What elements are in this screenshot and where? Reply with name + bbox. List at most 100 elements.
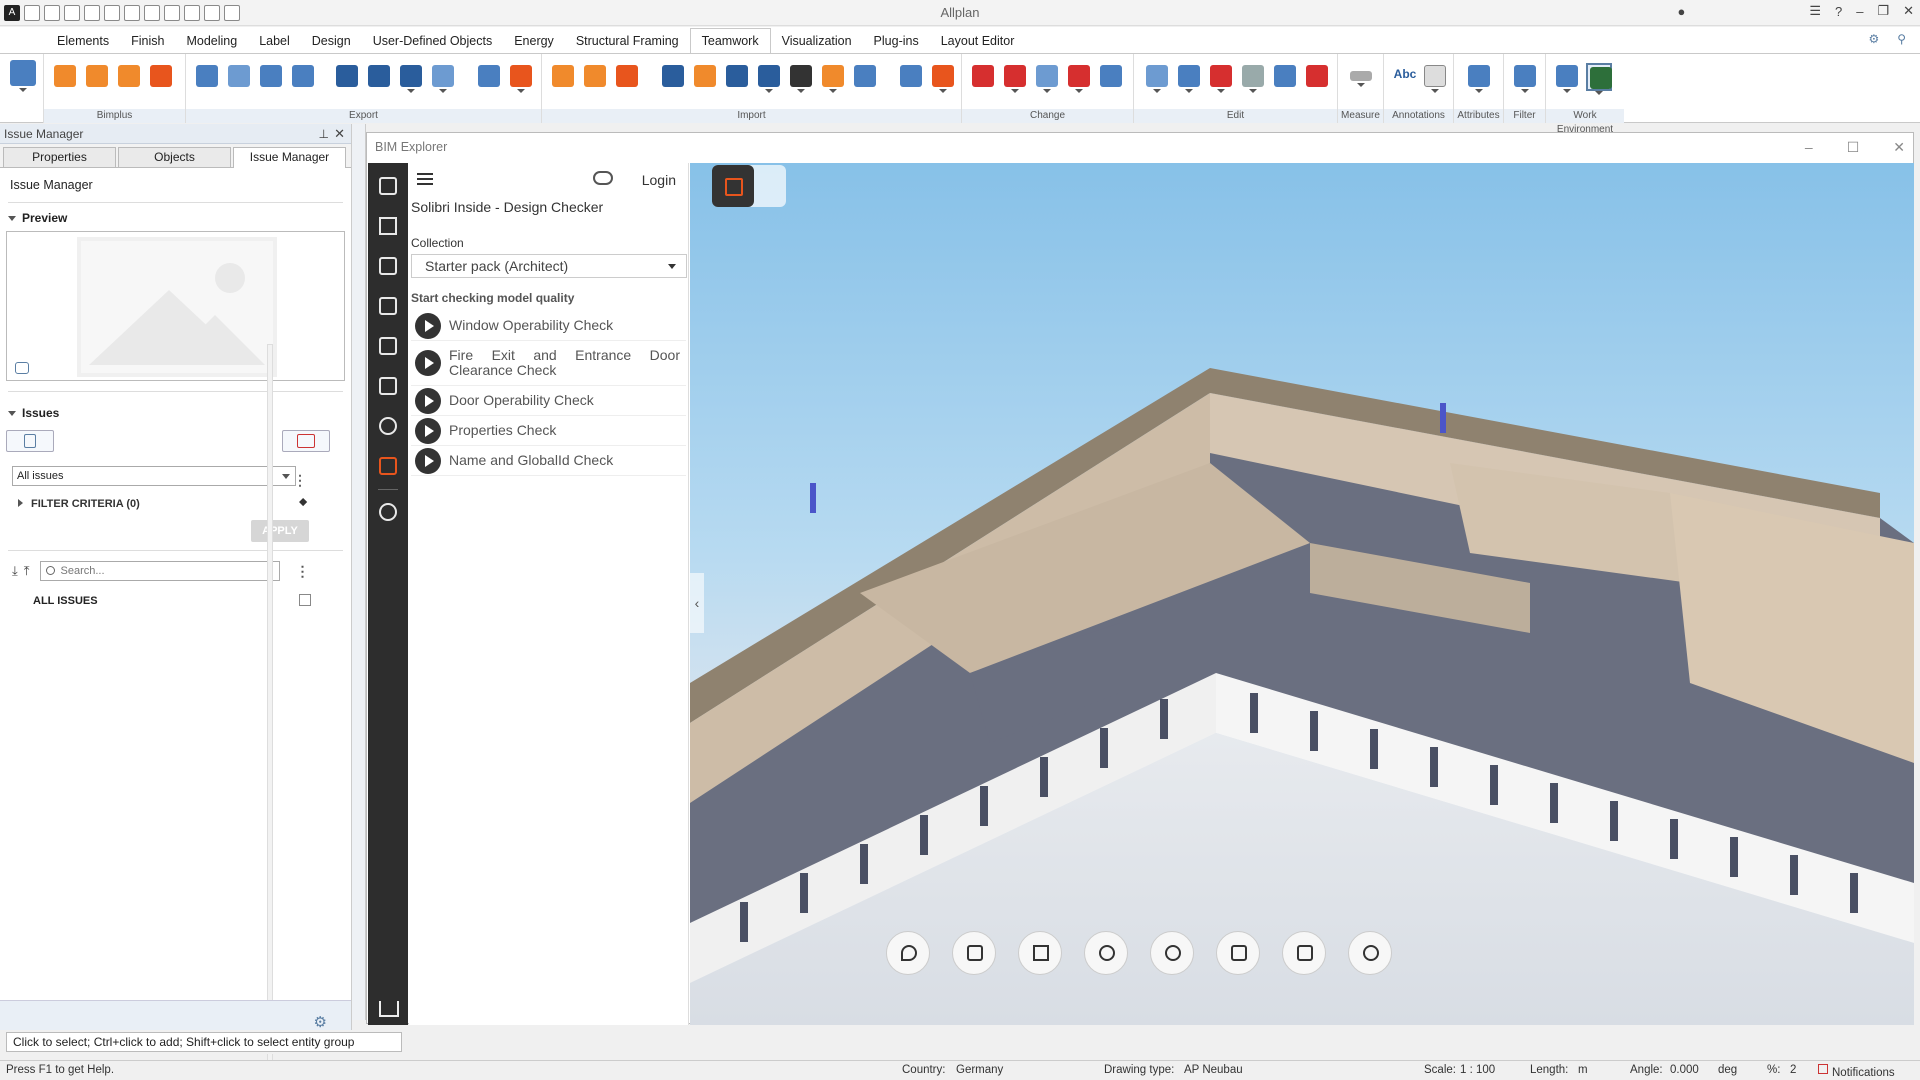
login-button[interactable]: Login <box>642 172 676 188</box>
delete-icon[interactable] <box>1304 63 1330 91</box>
play-icon[interactable] <box>415 447 441 474</box>
hierarchy-icon[interactable] <box>379 377 397 395</box>
percent-value[interactable]: 2 <box>1790 1064 1796 1076</box>
print-icon[interactable] <box>84 4 100 21</box>
checklist-icon[interactable] <box>379 257 397 275</box>
tag-icon[interactable]: ⬥ <box>299 496 307 509</box>
import-xml-icon[interactable] <box>820 63 846 93</box>
preview-icon[interactable] <box>104 4 120 21</box>
hamburger-menu-icon[interactable] <box>417 173 433 185</box>
section-button[interactable] <box>1084 931 1128 975</box>
undo-icon[interactable] <box>124 4 140 21</box>
structure-view-icon[interactable] <box>712 165 754 207</box>
issues-filter-select[interactable]: All issues <box>12 466 296 486</box>
text-icon[interactable]: Abc <box>1392 63 1418 91</box>
expand-all-icon[interactable]: ⤓ <box>12 563 18 579</box>
design-checker-icon[interactable] <box>379 457 397 475</box>
user-icon[interactable]: ● <box>1677 4 1685 19</box>
export-rhino-3d-icon[interactable] <box>366 63 392 91</box>
angle-unit[interactable]: deg <box>1718 1064 1737 1076</box>
check-item-properties[interactable]: Properties Check <box>411 416 686 446</box>
import-rhino-3d-icon[interactable] <box>724 63 750 91</box>
import-ifc-icon[interactable] <box>550 63 576 91</box>
check-item-door-operability[interactable]: Door Operability Check <box>411 386 686 416</box>
tab-properties[interactable]: Properties <box>3 147 116 167</box>
import-box-icon[interactable] <box>930 63 956 93</box>
eraser-icon[interactable] <box>970 63 996 91</box>
tab-user-defined-objects[interactable]: User-Defined Objects <box>362 31 504 53</box>
play-icon[interactable] <box>415 312 441 339</box>
panel-scrollbar[interactable] <box>267 344 273 1080</box>
scale-value[interactable]: 1 : 100 <box>1460 1064 1495 1076</box>
minimize-icon[interactable]: – <box>1805 133 1813 161</box>
trim-icon[interactable] <box>1002 63 1028 93</box>
settings-icon[interactable]: ⚙ <box>1868 32 1879 46</box>
bimplus-sync-icon[interactable] <box>84 63 110 91</box>
import-link-icon[interactable] <box>898 63 924 91</box>
bimplus-upload-icon[interactable] <box>52 63 78 91</box>
camera-icon[interactable] <box>15 362 29 374</box>
copy-icon[interactable] <box>164 4 180 21</box>
tab-finish[interactable]: Finish <box>120 31 175 53</box>
palette-toggle-icon[interactable] <box>8 58 38 98</box>
settings-gear-icon[interactable]: ⚙ <box>314 1013 327 1031</box>
tab-structural-framing[interactable]: Structural Framing <box>565 31 690 53</box>
check-item-name-globalid[interactable]: Name and GlobalId Check <box>411 446 686 476</box>
tab-design[interactable]: Design <box>301 31 362 53</box>
cart-icon[interactable] <box>379 1001 399 1017</box>
all-issues-row[interactable]: ALL ISSUES <box>0 585 351 607</box>
select-icon[interactable] <box>184 4 200 21</box>
bimplus-update-icon[interactable] <box>116 63 142 91</box>
3d-viewport[interactable]: ‹ <box>690 163 1914 1025</box>
search-input[interactable]: Search... <box>39 561 280 581</box>
more-options-icon[interactable]: ⋮ <box>296 563 310 580</box>
drawing-type-value[interactable]: AP Neubau <box>1184 1064 1243 1076</box>
import-rhino-icon[interactable] <box>660 63 686 91</box>
layers-copy-icon[interactable] <box>379 337 397 355</box>
export-rhino-icon[interactable] <box>334 63 360 91</box>
maximize-icon[interactable]: ☐ <box>1847 133 1860 161</box>
tools-icon[interactable] <box>224 4 240 21</box>
tab-issue-manager[interactable]: Issue Manager <box>233 147 346 168</box>
tab-energy[interactable]: Energy <box>503 31 565 53</box>
import-skp-icon[interactable] <box>756 63 782 93</box>
tab-elements[interactable]: Elements <box>46 31 120 53</box>
work-env-icon[interactable] <box>1554 63 1580 93</box>
reset-view-button[interactable] <box>1348 931 1392 975</box>
help-icon[interactable]: ? <box>1835 4 1842 19</box>
issues-section-header[interactable]: Issues <box>0 392 351 426</box>
restore-icon[interactable]: ❐ <box>1877 3 1889 19</box>
collapse-panel-icon[interactable]: ‹ <box>690 573 704 633</box>
export-skp-icon[interactable] <box>398 63 424 93</box>
polyline-icon[interactable] <box>1066 63 1092 93</box>
export-ifc-icon[interactable] <box>194 63 220 91</box>
notifications-button[interactable]: Notifications <box>1818 1064 1895 1079</box>
tab-objects[interactable]: Objects <box>118 147 231 167</box>
new-icon[interactable] <box>44 4 60 21</box>
camera-button[interactable] <box>1282 931 1326 975</box>
import-grid-icon[interactable] <box>852 63 878 91</box>
save-icon[interactable] <box>64 4 80 21</box>
pin-icon[interactable]: ⊥ <box>319 124 329 144</box>
import-pdf-icon[interactable] <box>614 63 640 91</box>
mirror-icon[interactable] <box>1240 63 1266 93</box>
export-stl-icon[interactable] <box>430 63 456 93</box>
settings-gear-icon[interactable] <box>379 503 397 521</box>
measure-icon[interactable] <box>1348 63 1374 91</box>
collection-select[interactable]: Starter pack (Architect) <box>411 254 687 278</box>
import-dwg-icon[interactable] <box>582 63 608 91</box>
cloud-sync-icon[interactable] <box>593 171 613 185</box>
measure-button[interactable] <box>1018 931 1062 975</box>
play-icon[interactable] <box>415 350 441 376</box>
stretch-icon[interactable] <box>1272 63 1298 91</box>
light-icon[interactable] <box>379 417 397 435</box>
minimize-icon[interactable]: – <box>1856 4 1863 19</box>
check-item-fire-exit[interactable]: Fire Exit and Entrance Door Clearance Ch… <box>411 341 686 386</box>
compare-icon[interactable] <box>379 297 397 315</box>
length-value[interactable]: m <box>1578 1064 1588 1076</box>
bimplus-issues-icon[interactable] <box>148 63 174 91</box>
tab-modeling[interactable]: Modeling <box>175 31 248 53</box>
filter-icon[interactable] <box>379 217 397 235</box>
copy-object-icon[interactable] <box>1144 63 1170 93</box>
close-icon[interactable]: ✕ <box>1893 133 1905 161</box>
